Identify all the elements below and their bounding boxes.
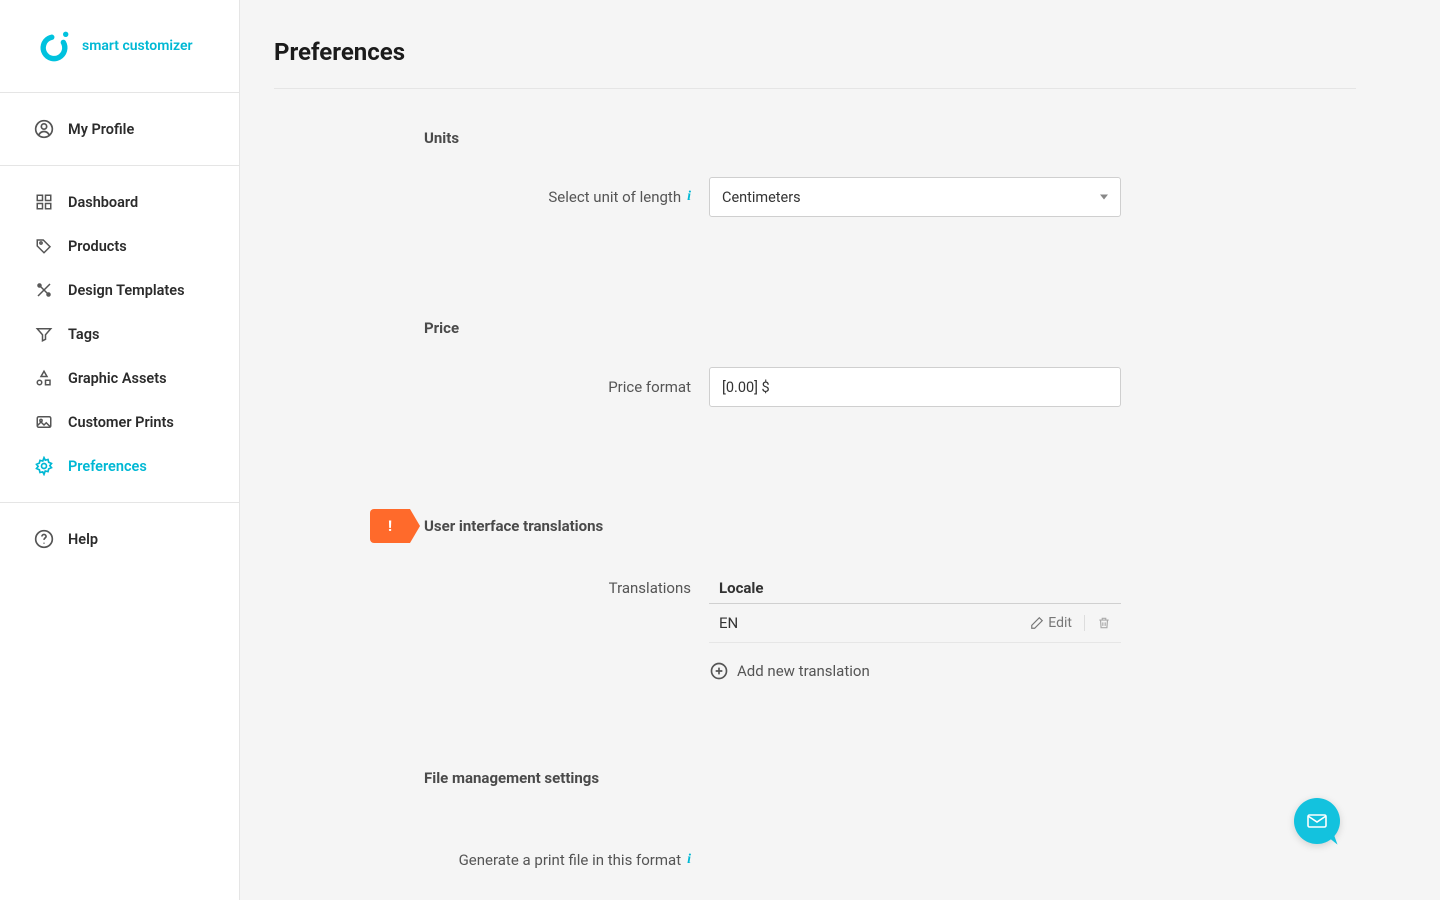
info-icon[interactable]: i — [687, 852, 691, 868]
gear-icon — [34, 456, 54, 476]
image-icon — [34, 412, 54, 432]
units-label: Select unit of length i — [274, 188, 709, 206]
sidebar-item-label: Tags — [68, 326, 99, 343]
price-format-input[interactable]: [0.00] $ — [709, 367, 1121, 407]
sidebar-item-preferences[interactable]: Preferences — [0, 444, 239, 488]
sidebar-item-label: Products — [68, 238, 127, 255]
sidebar-item-label: Customer Prints — [68, 414, 174, 431]
brand-logo[interactable]: smart customizer — [0, 0, 239, 93]
sidebar-item-products[interactable]: Products — [0, 224, 239, 268]
sidebar-item-label: Graphic Assets — [68, 370, 167, 387]
page-title: Preferences — [274, 38, 1356, 89]
mail-icon — [1305, 809, 1329, 833]
trash-icon — [1097, 615, 1111, 631]
sidebar-item-label: Preferences — [68, 458, 147, 475]
sidebar-item-tags[interactable]: Tags — [0, 312, 239, 356]
user-icon — [34, 119, 54, 139]
sidebar-item-help[interactable]: Help — [0, 517, 239, 561]
grid-icon — [34, 192, 54, 212]
shapes-icon — [34, 368, 54, 388]
edit-translation-button[interactable]: Edit — [1030, 615, 1072, 631]
translations-column-header: Locale — [709, 573, 1121, 604]
pencil-icon — [1030, 616, 1044, 630]
sidebar-item-templates[interactable]: Design Templates — [0, 268, 239, 312]
section-translations-header: ! User interface translations — [370, 509, 1356, 543]
section-units-header: Units — [424, 129, 1356, 147]
sidebar-item-assets[interactable]: Graphic Assets — [0, 356, 239, 400]
main-content: Preferences Units Select unit of length … — [240, 0, 1440, 900]
price-format-value: [0.00] $ — [722, 379, 770, 396]
section-files-header: File management settings — [424, 769, 1356, 787]
brand-logo-icon — [36, 28, 72, 64]
sidebar-item-label: Design Templates — [68, 282, 185, 299]
delete-translation-button[interactable] — [1097, 615, 1111, 631]
sidebar: smart customizer My Profile Dashboard — [0, 0, 240, 900]
files-label: Generate a print file in this format i — [274, 851, 709, 869]
translation-locale: EN — [719, 614, 738, 632]
sidebar-item-dashboard[interactable]: Dashboard — [0, 180, 239, 224]
brand-name: smart customizer — [82, 38, 193, 54]
units-select[interactable]: Centimeters — [709, 177, 1121, 217]
price-label: Price format — [274, 378, 709, 396]
chat-fab[interactable] — [1294, 798, 1340, 844]
help-icon — [34, 529, 54, 549]
section-price-header: Price — [424, 319, 1356, 337]
info-icon[interactable]: i — [687, 189, 691, 205]
translation-row: EN Edit — [709, 604, 1121, 643]
chevron-down-icon — [1100, 195, 1108, 200]
plus-circle-icon — [709, 661, 729, 681]
tools-icon — [34, 280, 54, 300]
sidebar-item-prints[interactable]: Customer Prints — [0, 400, 239, 444]
sidebar-item-label: Help — [68, 531, 98, 548]
add-translation-button[interactable]: Add new translation — [709, 643, 1121, 681]
sidebar-item-label: Dashboard — [68, 194, 138, 211]
filter-icon — [34, 324, 54, 344]
translations-label: Translations — [274, 573, 709, 681]
tag-icon — [34, 236, 54, 256]
sidebar-item-profile[interactable]: My Profile — [0, 107, 239, 151]
sidebar-item-label: My Profile — [68, 121, 134, 138]
alert-icon[interactable]: ! — [370, 509, 410, 543]
units-select-value: Centimeters — [722, 189, 801, 206]
